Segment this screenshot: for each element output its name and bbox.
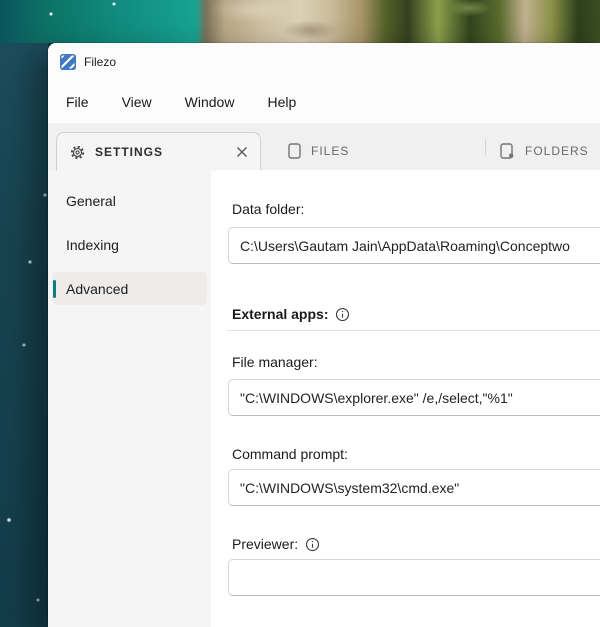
tab-strip: SETTINGS FILES FOLDERS	[48, 123, 600, 171]
sidebar-item-indexing[interactable]: Indexing	[52, 228, 207, 261]
filezo-logo-icon	[60, 53, 76, 70]
close-icon[interactable]	[236, 146, 248, 158]
folder-icon	[500, 143, 515, 159]
sidebar-item-label: Advanced	[66, 280, 129, 297]
section-divider	[227, 330, 600, 331]
tab-folders[interactable]: FOLDERS	[486, 132, 600, 170]
settings-body: General Indexing Advanced Data folder: E…	[48, 170, 600, 627]
info-icon[interactable]	[305, 537, 320, 552]
data-folder-input[interactable]	[228, 227, 600, 264]
command-prompt-input[interactable]	[228, 469, 600, 506]
wallpaper-sea	[0, 43, 48, 627]
selection-accent-bar	[53, 279, 56, 298]
external-apps-label: External apps:	[232, 306, 329, 322]
menu-item-window[interactable]: Window	[185, 94, 235, 110]
tab-settings[interactable]: SETTINGS	[56, 132, 261, 171]
data-folder-label: Data folder:	[232, 201, 305, 217]
tab-files[interactable]: FILES	[261, 132, 485, 170]
app-window: Filezo File View Window Help SETTINGS FI…	[48, 43, 600, 627]
tab-settings-label: SETTINGS	[95, 145, 164, 159]
menu-bar: File View Window Help	[48, 80, 600, 123]
menu-item-view[interactable]: View	[122, 94, 152, 110]
sidebar-item-general[interactable]: General	[52, 184, 207, 217]
file-manager-label: File manager:	[232, 354, 318, 370]
tab-folders-label: FOLDERS	[525, 144, 589, 158]
title-bar: Filezo	[48, 43, 600, 80]
previewer-heading: Previewer:	[232, 536, 320, 552]
sidebar-item-label: Indexing	[66, 236, 119, 253]
previewer-input[interactable]	[228, 559, 600, 596]
gear-icon	[70, 145, 85, 160]
sidebar-item-advanced[interactable]: Advanced	[52, 272, 207, 305]
command-prompt-label: Command prompt:	[232, 446, 348, 462]
info-icon[interactable]	[335, 307, 350, 322]
external-apps-heading: External apps:	[232, 306, 350, 322]
window-title: Filezo	[84, 54, 117, 69]
tab-files-label: FILES	[311, 144, 350, 158]
desktop: Filezo File View Window Help SETTINGS FI…	[0, 0, 600, 627]
settings-sidebar: General Indexing Advanced	[48, 170, 211, 627]
menu-item-file[interactable]: File	[66, 94, 89, 110]
file-icon	[288, 143, 301, 159]
settings-content: Data folder: External apps: File manager…	[211, 170, 600, 627]
wallpaper-coast	[0, 0, 600, 43]
previewer-label: Previewer:	[232, 536, 299, 552]
sidebar-item-label: General	[66, 192, 116, 209]
menu-item-help[interactable]: Help	[267, 94, 296, 110]
file-manager-input[interactable]	[228, 379, 600, 416]
